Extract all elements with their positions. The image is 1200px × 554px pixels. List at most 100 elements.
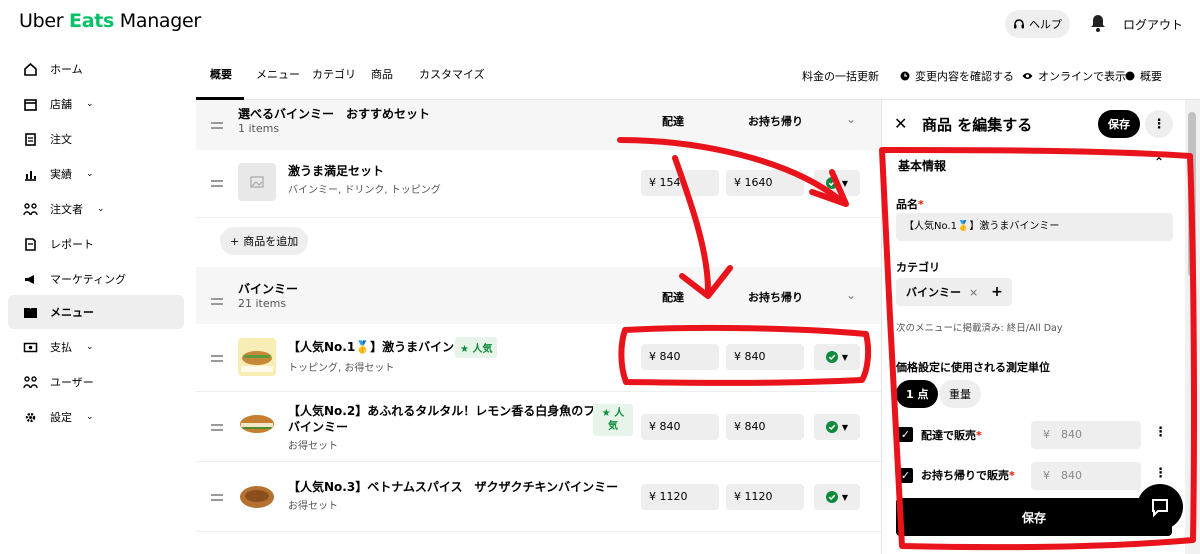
takeout-price-input[interactable]: ¥ 840	[726, 414, 804, 440]
sidebar-item-store[interactable]: 店舗 ⌄	[8, 87, 184, 121]
bell-icon[interactable]	[1089, 13, 1107, 33]
receipt-icon	[22, 131, 38, 147]
review-changes-button[interactable]: 変更内容を確認する	[900, 68, 1014, 84]
chevron-down-icon: ⌄	[97, 204, 105, 214]
takeout-price-input[interactable]: ¥ 1120	[726, 484, 804, 510]
takeout-checkbox[interactable]: ✓	[898, 468, 913, 483]
caret-down-icon: ▼	[841, 422, 849, 432]
category-title: バインミー	[238, 282, 299, 296]
caret-down-icon: ▼	[841, 352, 849, 362]
app-logo[interactable]: Uber Eats Manager	[19, 10, 201, 32]
category-header[interactable]: バインミー 21 items 配達 お持ち帰り ⌄	[196, 267, 881, 324]
tab-categories[interactable]: カテゴリ	[312, 66, 356, 82]
remove-icon[interactable]: ×	[969, 286, 978, 299]
sidebar-item-marketing[interactable]: マーケティング	[8, 262, 184, 296]
drag-handle-icon[interactable]	[211, 355, 223, 362]
table-row[interactable]: 【人気No.3】ベトナムスパイス ザクザクチキンバインミー お得セット ¥ 11…	[196, 462, 881, 532]
table-row[interactable]: 激うま満足セット バインミー, ドリンク, トッピング ¥ 154 ¥ 1640…	[196, 150, 881, 218]
check-circle-icon	[825, 351, 838, 363]
item-name[interactable]: 【人気No.3】ベトナムスパイス ザクザクチキンバインミー	[288, 478, 618, 495]
save-button[interactable]: 保存	[1098, 110, 1140, 138]
takeout-price-input[interactable]: ¥ 1640	[726, 170, 804, 196]
users-icon	[22, 374, 38, 390]
sidebar-item-performance[interactable]: 実績 ⌄	[8, 157, 184, 191]
takeout-sale-label-text: お持ち帰りで販売	[921, 469, 1009, 482]
item-customizations: トッピング, お得セット	[288, 363, 395, 374]
chat-bubble-icon	[1152, 499, 1168, 518]
more-options-icon[interactable]: ⋮	[1154, 466, 1167, 481]
help-label: ヘルプ	[1029, 18, 1062, 31]
category-chip[interactable]: バインミー ×	[896, 278, 989, 306]
menu-availability-note: 次のメニューに掲載済み: 終日/All Day	[896, 323, 1063, 334]
availability-dropdown[interactable]: ▼	[814, 170, 860, 196]
unit-label: 価格設定に使用される測定単位	[896, 361, 1050, 374]
sidebar-item-payments[interactable]: 支払 ⌄	[8, 330, 184, 364]
takeout-price-input[interactable]: ¥ 840	[726, 344, 804, 370]
item-name[interactable]: 【人気No.2】あふれるタルタル！レモン香る白身魚のフライ	[288, 402, 619, 419]
delivery-price-input[interactable]: ¥ 154	[641, 170, 719, 196]
sidebar-item-home[interactable]: ホーム	[8, 52, 184, 86]
tab-overview[interactable]: 概要	[210, 66, 232, 82]
help-button[interactable]: ヘルプ	[1005, 10, 1070, 38]
drag-handle-icon[interactable]	[211, 180, 223, 187]
table-row[interactable]: 【人気No.2】あふれるタルタル！レモン香る白身魚のフライ バインミー お得セッ…	[196, 392, 881, 462]
item-image	[238, 338, 276, 376]
check-circle-icon	[825, 491, 838, 503]
sidebar-item-menu[interactable]: メニュー	[8, 295, 184, 329]
sidebar-item-label: 支払	[50, 341, 72, 354]
add-category-button[interactable]: +	[982, 278, 1012, 306]
people-icon	[22, 201, 38, 217]
unit-per-item-toggle[interactable]: 1 点	[896, 380, 939, 408]
item-name[interactable]: 【人気No.1🥇】激うまバインミー	[288, 338, 478, 355]
view-online-button[interactable]: オンラインで表示	[1022, 68, 1126, 84]
item-name[interactable]: 激うま満足セット	[288, 162, 384, 179]
chevron-down-icon[interactable]: ⌄	[846, 112, 856, 126]
delivery-price-input[interactable]: ¥ 840	[641, 414, 719, 440]
drag-handle-icon[interactable]	[211, 424, 223, 431]
availability-dropdown[interactable]: ▼	[814, 344, 860, 370]
chat-button[interactable]	[1137, 484, 1183, 530]
tab-customizations[interactable]: カスタマイズ	[419, 66, 485, 82]
panel-scrollbar[interactable]	[1185, 100, 1200, 554]
clock-icon	[900, 71, 910, 81]
table-row[interactable]: 【人気No.1🥇】激うまバインミー ★ 人気 トッピング, お得セット ¥ 84…	[196, 324, 881, 392]
takeout-column-label: お持ち帰り	[748, 115, 803, 128]
sidebar-item-orders[interactable]: 注文	[8, 122, 184, 156]
drag-handle-icon[interactable]	[211, 494, 223, 501]
fish-banh-mi-image	[238, 406, 276, 444]
availability-dropdown[interactable]: ▼	[814, 414, 860, 440]
sidebar-item-reports[interactable]: レポート	[8, 227, 184, 261]
sidebar-item-label: 店舗	[50, 98, 72, 111]
category-header[interactable]: 選べるバインミー おすすめセット 1 items 配達 お持ち帰り ⌄	[196, 100, 881, 150]
save-bottom-button[interactable]: 保存	[896, 498, 1172, 536]
drag-handle-icon[interactable]	[211, 122, 223, 129]
more-options-icon[interactable]: ⋮	[1145, 110, 1173, 138]
close-icon[interactable]: ✕	[894, 114, 907, 133]
delivery-column-label: 配達	[662, 115, 684, 128]
delivery-price-field[interactable]: ¥ 840	[1031, 421, 1141, 449]
takeout-price-field[interactable]: ¥ 840	[1031, 462, 1141, 490]
delivery-price-input[interactable]: ¥ 840	[641, 344, 719, 370]
delivery-checkbox[interactable]: ✓	[898, 427, 913, 442]
delivery-price-input[interactable]: ¥ 1120	[641, 484, 719, 510]
chevron-up-icon[interactable]: ⌃	[1154, 155, 1164, 169]
scrollbar-thumb[interactable]	[1188, 112, 1196, 277]
logout-link[interactable]: ログアウト	[1123, 16, 1183, 33]
delivery-column-label: 配達	[662, 291, 684, 304]
sidebar-item-settings[interactable]: 設定 ⌄	[8, 400, 184, 434]
item-name-input[interactable]: 【人気No.1🥇】激うまバインミー	[896, 213, 1173, 241]
sidebar-item-customers[interactable]: 注文者 ⌄	[8, 192, 184, 226]
add-item-label: 商品を追加	[243, 235, 299, 248]
chevron-down-icon[interactable]: ⌄	[846, 288, 856, 302]
sidebar-item-users[interactable]: ユーザー	[8, 365, 184, 399]
unit-weight-toggle[interactable]: 重量	[939, 380, 981, 408]
drag-handle-icon[interactable]	[211, 298, 223, 305]
tab-items[interactable]: 商品	[371, 66, 393, 82]
bulk-price-update-button[interactable]: 料金の一括更新	[802, 68, 879, 84]
overview-status-button[interactable]: 概要	[1125, 68, 1162, 84]
more-options-icon[interactable]: ⋮	[1154, 425, 1167, 440]
add-item-button[interactable]: + 商品を追加	[220, 227, 309, 255]
tab-menu[interactable]: メニュー	[256, 66, 300, 82]
availability-dropdown[interactable]: ▼	[814, 484, 860, 510]
sidebar-item-label: レポート	[50, 238, 94, 251]
